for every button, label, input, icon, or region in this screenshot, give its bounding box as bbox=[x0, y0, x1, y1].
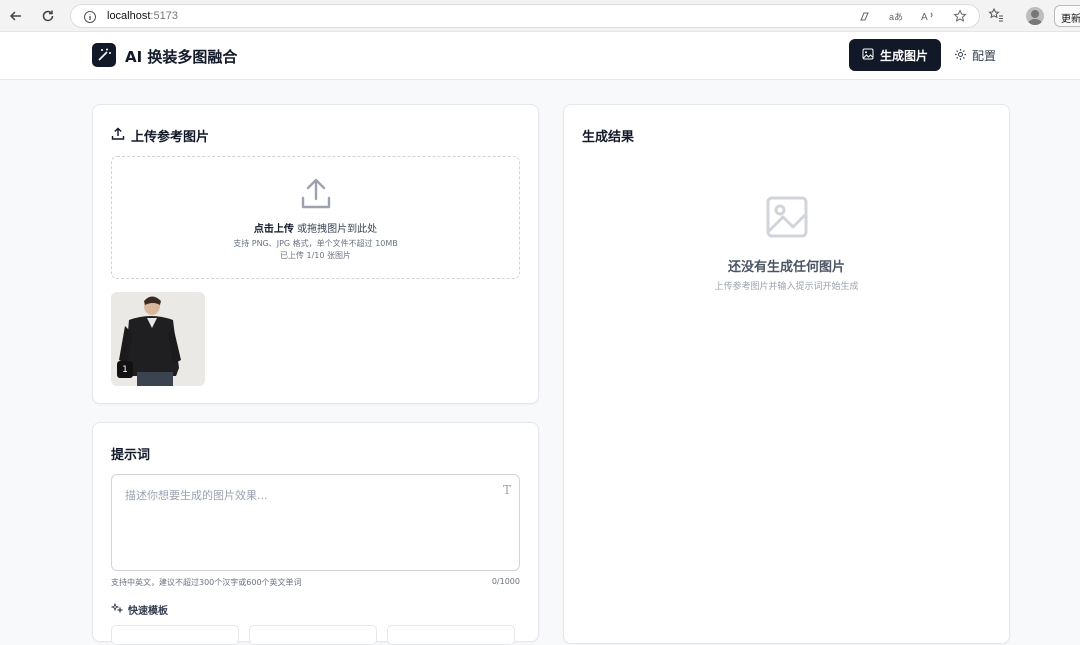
url-host: localhost bbox=[107, 10, 151, 22]
prompt-card: 提示词 描述你想要生成的图片效果... T 支持中英文，建议不超过300个汉字或… bbox=[92, 422, 539, 645]
upload-large-icon bbox=[299, 177, 333, 211]
profile-avatar[interactable] bbox=[1026, 7, 1044, 25]
upload-dropzone[interactable]: 点击上传 或拖拽图片到此处 支持 PNG、JPG 格式，单个文件不超过 10MB… bbox=[111, 156, 520, 279]
upload-section-title: 上传参考图片 bbox=[111, 126, 209, 145]
config-button[interactable]: 配置 bbox=[954, 47, 996, 64]
svg-text:A: A bbox=[921, 12, 928, 22]
app-header: AI 换装多图融合 生成图片 配置 bbox=[0, 32, 1080, 80]
template-chip[interactable] bbox=[249, 625, 377, 645]
read-aloud-icon[interactable]: A bbox=[921, 9, 935, 23]
image-icon bbox=[862, 48, 874, 63]
dropzone-instruction: 点击上传 或拖拽图片到此处 bbox=[112, 220, 519, 235]
config-label: 配置 bbox=[972, 49, 997, 63]
empty-state-subtitle: 上传参考图片并输入提示词开始生成 bbox=[714, 282, 859, 292]
upload-icon bbox=[111, 127, 125, 145]
upload-card: 上传参考图片 点击上传 或拖拽图片到此处 支持 PNG、JPG 格式，单个文件不… bbox=[92, 104, 539, 404]
app-title: AI 换装多图融合 bbox=[125, 48, 238, 66]
template-chips bbox=[111, 625, 515, 645]
url-port: :5173 bbox=[150, 10, 178, 22]
url-text: localhost:5173 bbox=[107, 10, 178, 22]
prompt-textarea[interactable]: 描述你想要生成的图片效果... T bbox=[111, 474, 520, 571]
upload-count: 已上传 1/10 张图片 bbox=[279, 251, 352, 260]
favorites-icon[interactable] bbox=[988, 7, 1006, 25]
format-hint: 支持 PNG、JPG 格式，单个文件不超过 10MB bbox=[233, 239, 398, 248]
image-placeholder-icon bbox=[765, 195, 809, 239]
browser-toolbar: localhost:5173 aあ A 更新 bbox=[0, 0, 1080, 32]
svg-text:aあ: aあ bbox=[889, 12, 903, 22]
thumbnail-index-badge: 1 bbox=[117, 361, 133, 378]
back-arrow-icon[interactable] bbox=[7, 7, 25, 25]
generate-image-button[interactable]: 生成图片 bbox=[849, 39, 941, 71]
template-chip[interactable] bbox=[111, 625, 239, 645]
generate-label: 生成图片 bbox=[879, 48, 928, 63]
empty-state-title: 还没有生成任何图片 bbox=[727, 260, 845, 275]
copilot-icon[interactable] bbox=[857, 9, 871, 23]
text-format-icon[interactable]: T bbox=[503, 483, 511, 497]
update-button[interactable]: 更新 bbox=[1054, 5, 1080, 27]
result-card: 生成结果 还没有生成任何图片 上传参考图片并输入提示词开始生成 bbox=[563, 104, 1010, 644]
result-section-title: 生成结果 bbox=[582, 130, 635, 145]
template-chip[interactable] bbox=[387, 625, 515, 645]
translate-icon[interactable]: aあ bbox=[889, 9, 903, 23]
prompt-section-title: 提示词 bbox=[111, 448, 151, 463]
quick-templates-text: 快速模板 bbox=[128, 606, 168, 617]
gear-icon bbox=[954, 48, 967, 64]
drag-text: 或拖拽图片到此处 bbox=[293, 224, 378, 235]
address-bar[interactable]: localhost:5173 aあ A bbox=[70, 4, 980, 28]
prompt-char-count: 0/1000 bbox=[491, 577, 520, 586]
quick-templates-label: 快速模板 bbox=[110, 602, 168, 617]
prompt-placeholder: 描述你想要生成的图片效果... bbox=[125, 489, 268, 502]
sparkles-icon bbox=[110, 602, 124, 617]
prompt-hint: 支持中英文，建议不超过300个汉字或600个英文单词 bbox=[111, 578, 302, 587]
click-upload-text[interactable]: 点击上传 bbox=[254, 224, 294, 235]
upload-title-label: 上传参考图片 bbox=[131, 130, 210, 145]
uploaded-thumbnail[interactable]: 1 bbox=[111, 292, 205, 386]
reload-icon[interactable] bbox=[39, 7, 57, 25]
info-icon[interactable] bbox=[83, 9, 97, 23]
magic-wand-logo-icon bbox=[92, 43, 116, 67]
favorite-star-icon[interactable] bbox=[953, 9, 967, 23]
